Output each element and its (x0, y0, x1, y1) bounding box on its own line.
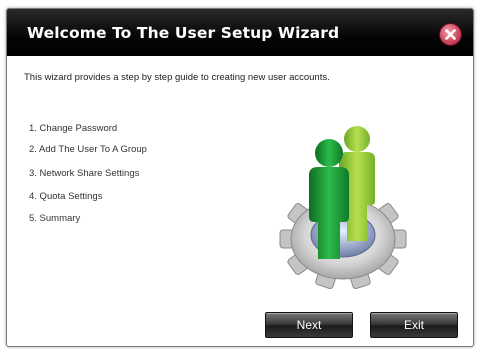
close-icon (445, 29, 456, 40)
next-button[interactable]: Next (265, 312, 353, 338)
step-item: 2. Add The User To A Group (29, 144, 147, 155)
close-button[interactable] (439, 23, 462, 46)
step-item: 5. Summary (29, 213, 81, 224)
step-item: 3. Network Share Settings (29, 168, 140, 179)
title-bar: Welcome To The User Setup Wizard (7, 9, 473, 56)
step-item: 4. Quota Settings (29, 191, 103, 202)
step-item: 1. Change Password (29, 123, 118, 134)
users-gear-icon (279, 126, 407, 290)
wizard-window: Welcome To The User Setup Wizard This wi… (6, 8, 474, 347)
window-title: Welcome To The User Setup Wizard (27, 24, 340, 42)
exit-button[interactable]: Exit (370, 312, 458, 338)
intro-text: This wizard provides a step by step guid… (24, 72, 330, 83)
